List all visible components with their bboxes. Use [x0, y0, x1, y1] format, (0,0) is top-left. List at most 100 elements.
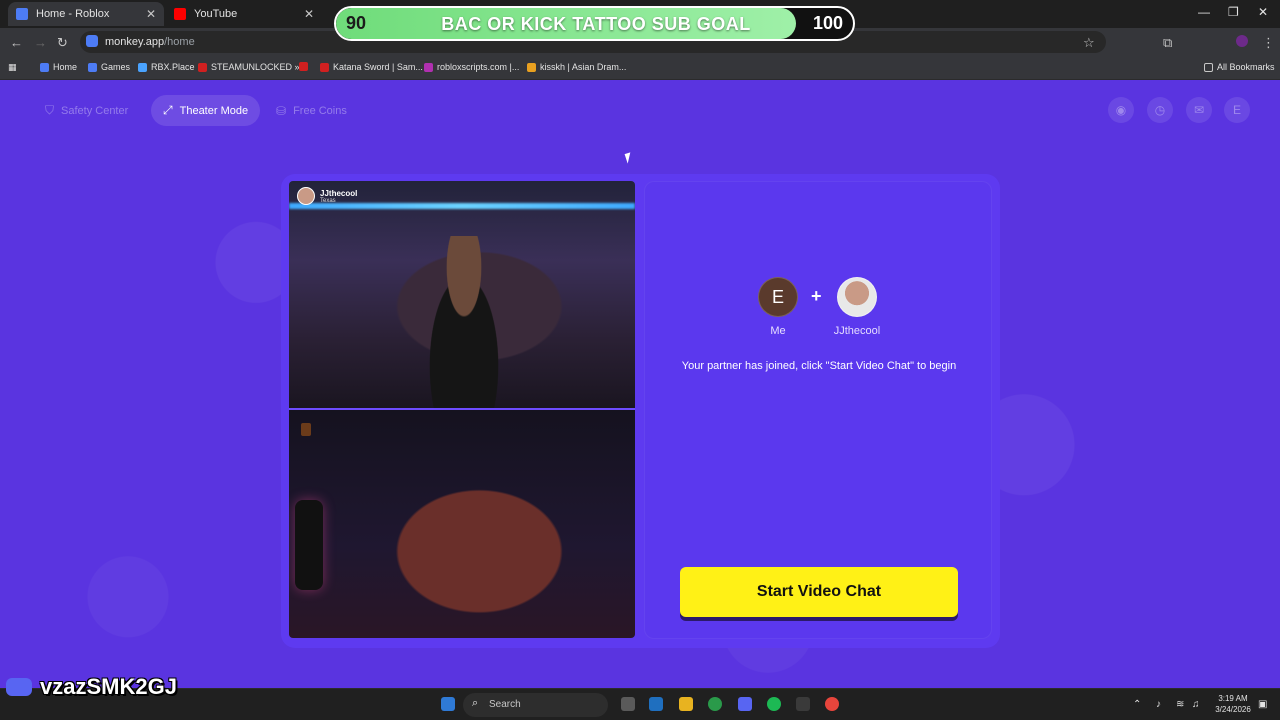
bookmark-kisskh[interactable]: kisskh | Asian Dram... — [527, 62, 626, 72]
extensions-icon[interactable]: ⧉ — [1163, 35, 1172, 51]
url-text[interactable]: monkey.app/home — [105, 36, 195, 48]
tab-title: Home - Roblox — [36, 8, 110, 20]
camera-badge-icon[interactable] — [301, 423, 311, 436]
tab-title: YouTube — [194, 8, 238, 20]
spotify-icon[interactable] — [767, 697, 781, 711]
file-explorer-icon[interactable] — [679, 697, 693, 711]
rbx-icon — [138, 62, 147, 72]
notification-icon[interactable]: ▣ — [1258, 699, 1267, 710]
scripts-icon — [424, 62, 433, 72]
start-video-chat-button[interactable]: Start Video Chat — [680, 567, 958, 617]
star-icon[interactable]: ☆ — [1083, 35, 1095, 51]
profile-avatar[interactable]: E — [1224, 97, 1250, 123]
partner-name: JJthecool — [320, 188, 358, 198]
minimize-button[interactable]: — — [1198, 5, 1210, 19]
windows-taskbar — [0, 688, 1280, 720]
microphone-icon[interactable]: ♪ — [1156, 699, 1161, 710]
bookmark-label: RBX.Place — [151, 62, 195, 72]
folder-icon — [1204, 62, 1213, 72]
apps-icon[interactable]: ▦ — [8, 62, 17, 73]
match-card: E + Me JJthecool Your partner has joined… — [644, 181, 992, 639]
nav-free-coins[interactable]: ⛁ Free Coins — [264, 95, 359, 126]
opera-icon[interactable] — [825, 697, 839, 711]
forward-icon[interactable]: → — [34, 35, 47, 50]
roblox-icon — [40, 62, 49, 72]
profile-icon[interactable] — [1236, 35, 1248, 47]
shield-icon: ⛉ — [45, 103, 55, 117]
partner-figure — [414, 236, 514, 409]
nav-theater-mode[interactable]: ⤢ Theater Mode — [151, 95, 261, 126]
close-tab-icon[interactable]: ✕ — [146, 7, 156, 21]
katana-icon — [320, 62, 329, 72]
monkey-page: ⛉ Safety Center ⤢ Theater Mode ⛁ Free Co… — [0, 80, 1280, 688]
bookmark-home[interactable]: Home — [40, 62, 77, 72]
expand-icon: ⤢ — [163, 103, 173, 117]
all-bookmarks-label: All Bookmarks — [1217, 62, 1275, 72]
roblox-icon — [88, 62, 97, 72]
goal-end-value: 100 — [812, 13, 843, 33]
coins-icon: ⛁ — [276, 103, 287, 118]
search-icon: ⌕ — [472, 697, 479, 709]
close-window-button[interactable]: ✕ — [1258, 5, 1268, 19]
bookmark-games[interactable]: Games — [88, 62, 130, 72]
clock-date: 3/24/2026 — [1215, 705, 1251, 714]
bookmark-robloxscripts[interactable]: robloxscripts.com |... — [424, 62, 519, 72]
mouse-app-icon[interactable] — [621, 697, 635, 711]
chat-panel: JJthecool Texas E + Me JJthecool Your pa… — [281, 174, 1000, 648]
clock-time: 3:19 AM — [1218, 694, 1248, 703]
discord-taskbar-icon[interactable] — [738, 697, 752, 711]
chat-icon[interactable]: ✉ — [1186, 97, 1212, 123]
restore-button[interactable]: ❐ — [1228, 5, 1239, 19]
roblox-icon — [16, 8, 28, 20]
taskbar-search-box[interactable] — [463, 693, 608, 717]
discord-username: vzazSMK2GJ — [40, 674, 177, 699]
close-tab-icon[interactable]: ✕ — [304, 7, 314, 21]
nav-safety-center[interactable]: ⛉ Safety Center — [33, 95, 140, 126]
windows-start-icon[interactable] — [441, 697, 455, 711]
partner-label: JJthecool — [833, 325, 881, 337]
nav-label: Safety Center — [61, 104, 129, 117]
bookmark-rbxplace[interactable]: RBX.Place — [138, 62, 195, 72]
bookmark-label: Games — [101, 62, 131, 72]
menu-icon[interactable]: ⋮ — [1262, 35, 1275, 51]
taskbar-search-label[interactable]: Search — [489, 699, 521, 710]
bookmark-label: robloxscripts.com |... — [437, 62, 520, 72]
coin-balance-icon[interactable]: ◉ — [1108, 97, 1134, 123]
favicon-icon — [299, 62, 308, 71]
wifi-icon[interactable]: ≋ — [1176, 699, 1184, 710]
bookmark-steamunlocked[interactable]: STEAMUNLOCKED »... — [198, 62, 307, 72]
bookmark-katana[interactable]: Katana Sword | Sam... — [320, 62, 423, 72]
partner-joined-message: Your partner has joined, click "Start Vi… — [681, 360, 957, 372]
bookmark-label: STEAMUNLOCKED »... — [211, 62, 308, 72]
steam-icon — [198, 62, 207, 72]
volume-icon[interactable]: ♫ — [1192, 699, 1200, 710]
tray-chevron-icon[interactable]: ⌃ — [1133, 699, 1141, 710]
nav-label: Theater Mode — [179, 104, 249, 117]
kisskh-icon — [527, 62, 536, 72]
tab-youtube[interactable]: YouTube ✕ — [166, 2, 322, 26]
goal-title: BAC OR KICK TATTOO SUB GOAL — [441, 14, 751, 34]
tab-roblox[interactable]: Home - Roblox ✕ — [8, 2, 164, 26]
site-info-icon[interactable] — [86, 35, 98, 47]
history-icon[interactable]: ◷ — [1147, 97, 1173, 123]
partner-tag[interactable]: JJthecool Texas — [297, 187, 357, 205]
discord-icon — [6, 678, 32, 696]
url-path: /home — [164, 36, 195, 48]
chrome-icon[interactable] — [708, 697, 722, 711]
store-icon[interactable] — [649, 697, 663, 711]
reload-icon[interactable]: ↻ — [57, 35, 68, 51]
my-label: Me — [770, 325, 786, 337]
url-host: monkey.app — [105, 36, 165, 48]
bookmark-label: Home — [53, 62, 78, 72]
partner-location: Texas — [320, 197, 336, 204]
app-icon[interactable] — [796, 697, 810, 711]
all-bookmarks[interactable]: All Bookmarks — [1204, 62, 1275, 72]
my-avatar: E — [758, 277, 798, 317]
bookmark-blank[interactable] — [299, 62, 312, 71]
partner-avatar — [837, 277, 877, 317]
back-icon[interactable]: ← — [10, 35, 23, 50]
taskbar-clock[interactable]: 3:19 AM 3/24/2026 — [1208, 693, 1258, 715]
partner-video: JJthecool Texas — [289, 181, 635, 409]
goal-start-value: 90 — [346, 13, 367, 33]
partner-avatar-small — [297, 187, 315, 205]
